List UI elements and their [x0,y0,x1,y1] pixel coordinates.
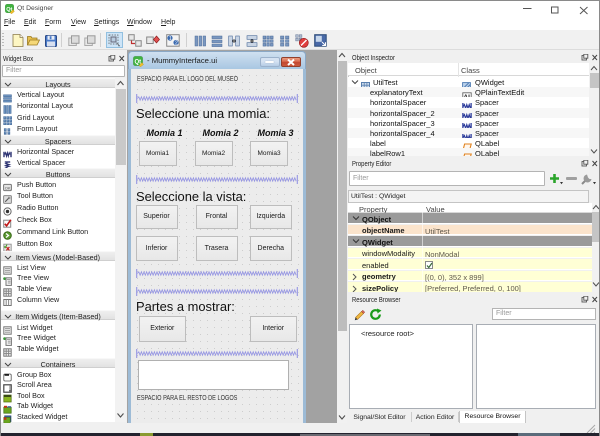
svg-text:2: 2 [175,41,178,47]
svg-text:1: 1 [169,36,172,42]
